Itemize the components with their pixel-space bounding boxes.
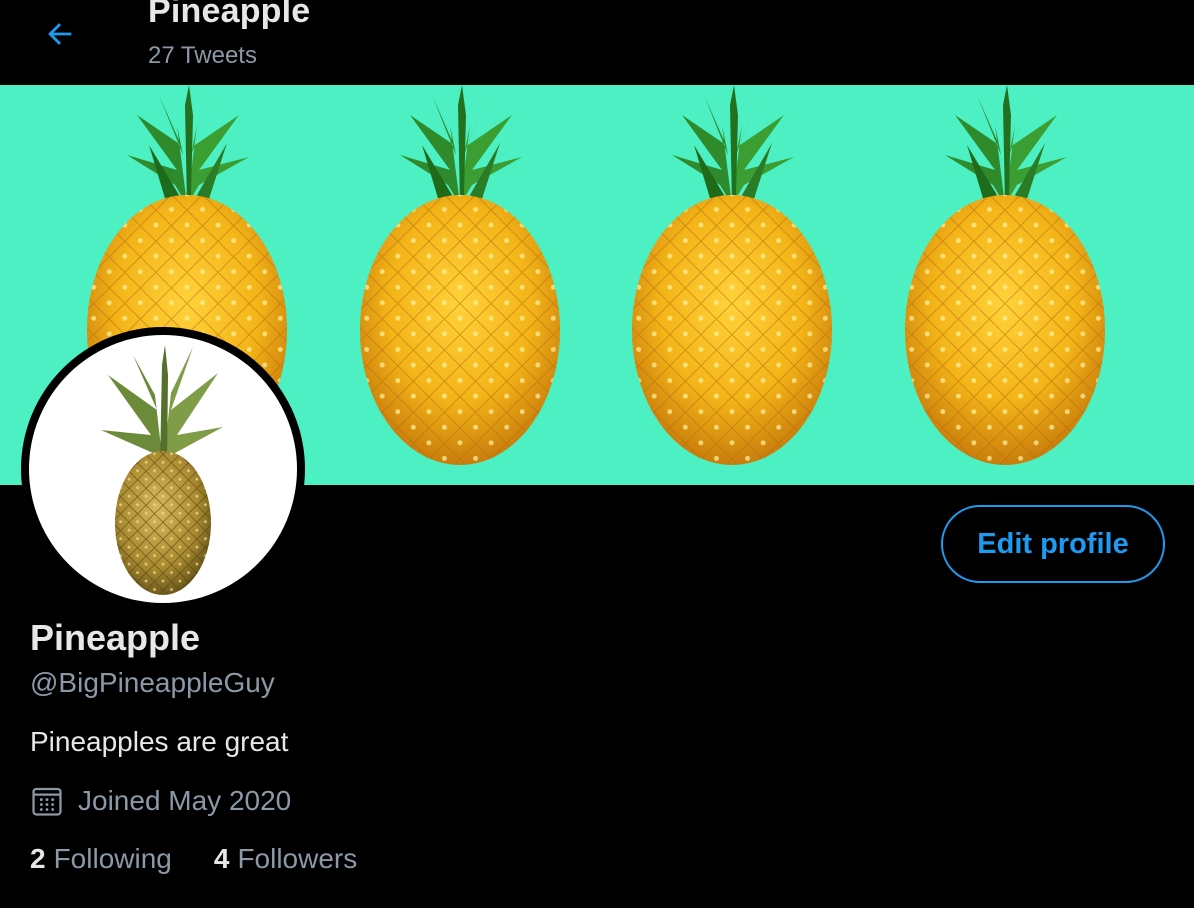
followers-label: Followers [237, 843, 358, 874]
calendar-icon [32, 787, 62, 816]
avatar[interactable] [21, 327, 305, 611]
followers-count: 4 [213, 843, 230, 874]
avatar-pineapple-image [101, 345, 223, 595]
following-link[interactable]: 2 Following [30, 843, 172, 875]
following-count: 2 [30, 843, 46, 874]
edit-profile-button[interactable]: Edit profile [941, 505, 1165, 583]
bio: Pineapples are great [30, 726, 289, 757]
header-title: Pineapple [148, 0, 311, 30]
user-handle: @BigPineappleGuy [30, 667, 275, 698]
following-label: Following [53, 843, 172, 874]
join-date: Joined May 2020 [30, 784, 291, 818]
back-button[interactable] [38, 12, 82, 56]
follow-stats: 2 Following 4 Followers [30, 843, 357, 875]
top-bar: Pineapple 27 Tweets [0, 0, 1194, 85]
tweet-count: 27 Tweets [148, 42, 257, 69]
join-date-text: Joined May 2020 [78, 785, 292, 816]
followers-link[interactable]: 4 Followers [214, 843, 357, 875]
arrow-left-icon [48, 23, 72, 45]
display-name: Pineapple [30, 617, 201, 658]
